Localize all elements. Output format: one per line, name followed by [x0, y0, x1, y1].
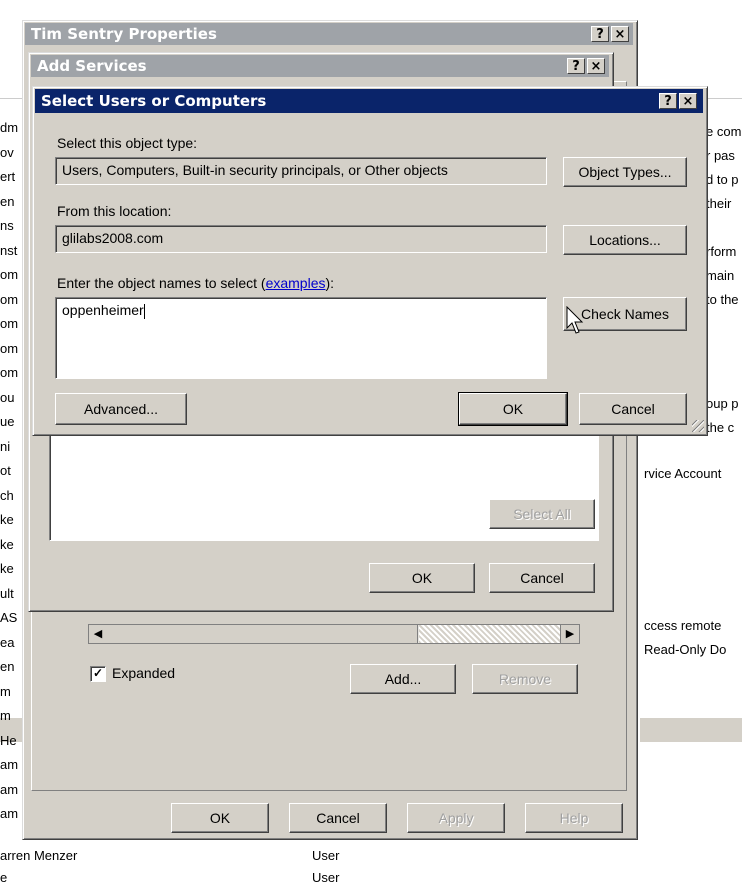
help-icon[interactable]: ?	[591, 26, 609, 42]
background-header-line	[0, 88, 22, 99]
object-type-label: Select this object type:	[57, 135, 198, 151]
bottom-row-name[interactable]: e	[0, 870, 7, 885]
background-row-fragment[interactable]: am	[0, 806, 18, 821]
bottom-row-type: User	[312, 870, 340, 885]
background-description-fragment: r pas	[706, 148, 735, 163]
background-description-fragment: oup p	[706, 396, 739, 411]
background-description-fragment: their	[706, 196, 732, 211]
object-names-label-prefix: Enter the object names to select (	[57, 275, 266, 291]
bottom-row-name[interactable]: arren Menzer	[0, 848, 77, 863]
mouse-pointer-icon	[566, 306, 584, 334]
background-row-fragment[interactable]: ov	[0, 145, 14, 160]
background-description-fragment: to the	[706, 292, 739, 307]
scroll-thumb[interactable]	[107, 625, 418, 643]
background-row-fragment[interactable]: ni	[0, 439, 10, 454]
close-icon[interactable]: ×	[679, 93, 697, 109]
examples-link[interactable]: examples	[266, 275, 326, 291]
background-row-fragment[interactable]: ot	[0, 463, 11, 478]
background-top-strip	[22, 0, 742, 10]
background-description-fragment: rform	[706, 244, 737, 259]
select-all-button[interactable]: Select All	[489, 499, 595, 529]
select-users-dialog: Select Users or Computers ? × Select thi…	[32, 86, 708, 436]
help-icon[interactable]: ?	[567, 58, 585, 74]
expanded-label[interactable]: Expanded	[112, 665, 175, 681]
remove-button[interactable]: Remove	[472, 664, 578, 694]
horizontal-scrollbar[interactable]: ◀ ▶	[88, 624, 580, 644]
background-row-fragment[interactable]: He	[0, 733, 17, 748]
cancel-button[interactable]: Cancel	[289, 803, 387, 833]
background-description-fragment: d to p	[706, 172, 739, 187]
background-row-fragment[interactable]: ea	[0, 635, 14, 650]
select-dialog-title: Select Users or Computers	[41, 92, 267, 110]
add-button[interactable]: Add...	[350, 664, 456, 694]
scroll-right-icon[interactable]: ▶	[560, 625, 579, 643]
resize-grip-icon[interactable]	[692, 420, 704, 432]
background-row-fragment[interactable]: ke	[0, 512, 14, 527]
locations-button[interactable]: Locations...	[563, 225, 687, 255]
close-icon[interactable]: ×	[611, 26, 629, 42]
background-description-fragment: main	[706, 268, 735, 283]
object-types-button[interactable]: Object Types...	[563, 157, 687, 187]
ok-button[interactable]: OK	[171, 803, 269, 833]
background-row-fragment[interactable]: am	[0, 757, 18, 772]
background-row-fragment[interactable]: dm	[0, 120, 18, 135]
background-description-fragment: rvice Account	[644, 466, 722, 481]
background-row-fragment[interactable]: nst	[0, 243, 17, 258]
background-description-fragment: Read-Only Do	[644, 642, 727, 657]
background-row-fragment[interactable]: ch	[0, 488, 14, 503]
ok-button[interactable]: OK	[369, 563, 475, 593]
background-row-fragment[interactable]: ult	[0, 586, 14, 601]
background-row-fragment[interactable]: om	[0, 292, 18, 307]
select-dialog-titlebar[interactable]: Select Users or Computers ? ×	[35, 89, 703, 113]
background-row-fragment[interactable]: ert	[0, 169, 15, 184]
cancel-button[interactable]: Cancel	[579, 393, 687, 425]
background-description-fragment: the c	[706, 420, 735, 435]
background-row-fragment[interactable]: om	[0, 267, 18, 282]
ok-button[interactable]: OK	[458, 392, 568, 426]
advanced-button[interactable]: Advanced...	[55, 393, 187, 425]
location-label: From this location:	[57, 203, 172, 219]
background-row-fragment[interactable]: m	[0, 684, 11, 699]
add-services-title: Add Services	[37, 57, 147, 75]
text-caret	[143, 303, 145, 319]
background-row-fragment[interactable]: am	[0, 782, 18, 797]
object-names-value: oppenheimer	[62, 302, 144, 318]
background-row-fragment[interactable]: ue	[0, 414, 14, 429]
background-description-fragment: ccess remote	[644, 618, 722, 633]
background-row-fragment[interactable]: en	[0, 659, 14, 674]
properties-title: Tim Sentry Properties	[31, 25, 217, 43]
bottom-row-type: User	[312, 848, 340, 863]
object-names-input[interactable]: oppenheimer	[55, 297, 547, 379]
background-description-fragment: e com	[706, 124, 742, 139]
background-row-fragment[interactable]: ou	[0, 390, 14, 405]
background-row-fragment[interactable]: om	[0, 316, 18, 331]
background-row-fragment[interactable]: om	[0, 365, 18, 380]
background-row-fragment[interactable]: ke	[0, 561, 14, 576]
background-row-fragment[interactable]: m	[0, 708, 11, 723]
scroll-track	[419, 625, 561, 643]
object-type-field: Users, Computers, Built-in security prin…	[55, 157, 547, 185]
close-icon[interactable]: ×	[587, 58, 605, 74]
scroll-left-icon[interactable]: ◀	[89, 625, 108, 643]
apply-button[interactable]: Apply	[407, 803, 505, 833]
object-names-label-suffix: ):	[325, 275, 335, 291]
background-selected-row	[640, 718, 742, 742]
cancel-button[interactable]: Cancel	[489, 563, 595, 593]
background-row-fragment[interactable]: ke	[0, 537, 14, 552]
help-button[interactable]: Help	[525, 803, 623, 833]
help-icon[interactable]: ?	[659, 93, 677, 109]
background-row-fragment[interactable]: om	[0, 341, 18, 356]
location-field: glilabs2008.com	[55, 225, 547, 253]
add-services-titlebar[interactable]: Add Services ? ×	[31, 55, 609, 77]
background-row-fragment[interactable]: en	[0, 194, 14, 209]
background-row-fragment[interactable]: ns	[0, 218, 14, 233]
background-row-fragment[interactable]: AS	[0, 610, 17, 625]
expanded-checkbox[interactable]: ✓	[90, 666, 106, 682]
object-names-label: Enter the object names to select (exampl…	[57, 275, 334, 291]
properties-titlebar[interactable]: Tim Sentry Properties ? ×	[25, 23, 633, 45]
